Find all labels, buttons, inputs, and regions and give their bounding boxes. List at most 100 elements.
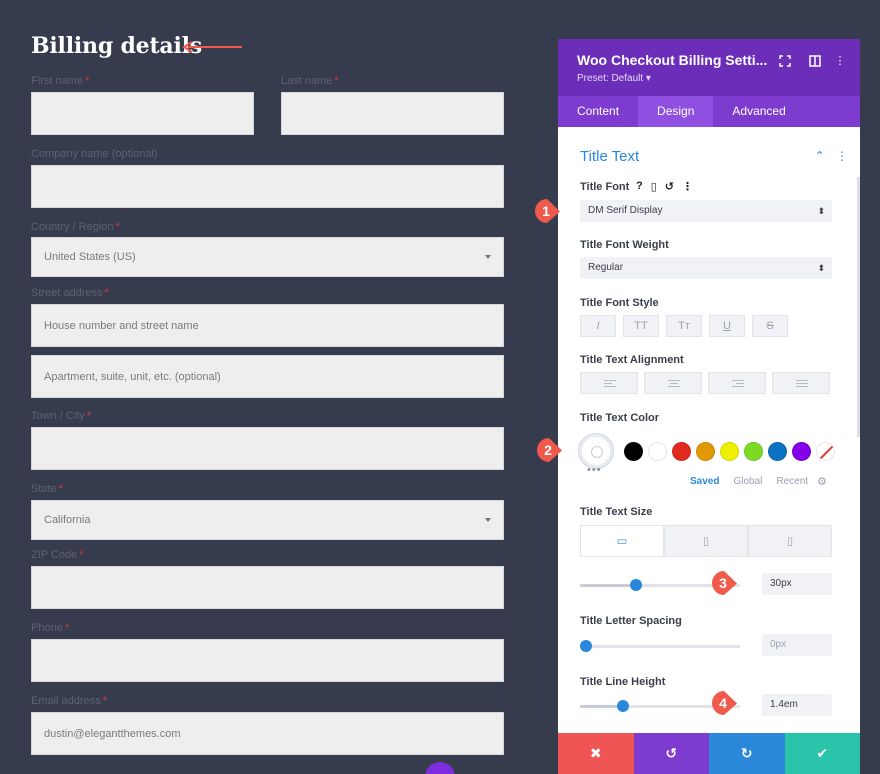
cancel-button[interactable]: ✖ <box>558 733 634 774</box>
palette-tabs: Saved Global Recent <box>690 476 808 487</box>
tab-advanced[interactable]: Advanced <box>713 96 804 127</box>
title-line-height-input[interactable]: 1.4em <box>762 694 832 716</box>
no-color-swatch[interactable] <box>816 442 835 461</box>
undo-button[interactable]: ↺ <box>633 733 709 774</box>
align-justify-button[interactable] <box>772 372 830 394</box>
swatch[interactable] <box>648 442 667 461</box>
state-label: State * <box>31 483 63 495</box>
town-input[interactable] <box>31 427 504 470</box>
underline-button[interactable]: U <box>709 315 745 337</box>
options-icon[interactable]: ⋮ <box>682 180 693 193</box>
tablet-tab[interactable]: ▯ <box>664 525 748 557</box>
country-value: United States (US) <box>44 251 136 263</box>
street-label: Street address * <box>31 287 109 299</box>
caret-down-icon <box>485 518 491 522</box>
title-font-weight-select[interactable]: Regular ⬍ <box>580 257 832 279</box>
callout-marker: 4 <box>712 691 737 715</box>
phone-tab[interactable]: ▯ <box>748 525 832 557</box>
tab-design[interactable]: Design <box>638 96 714 127</box>
email-value: dustin@elegantthemes.com <box>44 727 181 740</box>
align-right-button[interactable] <box>708 372 766 394</box>
save-button[interactable]: ✔ <box>784 733 860 774</box>
title-text-size-input[interactable]: 30px <box>762 573 832 595</box>
title-font-weight-value: Regular <box>588 262 624 273</box>
chevron-up-icon[interactable]: ⌃ <box>815 149 825 163</box>
more-colors-icon[interactable]: ••• <box>587 464 602 476</box>
title-font-style-label: Title Font Style <box>580 297 659 309</box>
capitalize-button[interactable]: Tт <box>666 315 702 337</box>
italic-button[interactable]: I <box>580 315 616 337</box>
country-select[interactable]: United States (US) <box>31 237 504 277</box>
align-center-button[interactable] <box>644 372 702 394</box>
callout-marker: 3 <box>712 571 737 595</box>
settings-panel: Woo Checkout Billing Setti... Preset: De… <box>558 39 860 774</box>
font-style-buttons: I TT Tт U S <box>580 315 788 337</box>
color-picker-button[interactable] <box>579 434 613 468</box>
last-name-input[interactable] <box>281 92 504 135</box>
reset-icon[interactable]: ↺ <box>665 180 674 193</box>
swatch[interactable] <box>672 442 691 461</box>
billing-title: Billing details <box>31 33 202 59</box>
town-label: Town / City * <box>31 410 92 422</box>
company-input[interactable] <box>31 165 504 208</box>
email-input[interactable]: dustin@elegantthemes.com <box>31 712 504 755</box>
swatch[interactable] <box>792 442 811 461</box>
desktop-icon: ▭ <box>616 535 628 548</box>
section-menu-icon[interactable]: ⋮ <box>836 149 848 163</box>
more-options-icon[interactable]: ⋮ <box>833 54 847 68</box>
phone-icon: ▯ <box>786 535 794 548</box>
slider-handle[interactable] <box>616 700 629 712</box>
uppercase-button[interactable]: TT <box>623 315 659 337</box>
align-left-button[interactable] <box>580 372 638 394</box>
zip-input[interactable] <box>31 566 504 609</box>
palette-tab-global[interactable]: Global <box>733 476 762 487</box>
desktop-tab[interactable]: ▭ <box>580 525 664 557</box>
street-input-2[interactable]: Apartment, suite, unit, etc. (optional) <box>31 355 504 398</box>
street-placeholder-1: House number and street name <box>44 319 199 332</box>
fullscreen-icon[interactable] <box>778 54 792 68</box>
preset-dropdown[interactable]: Preset: Default ▾ <box>577 73 651 84</box>
state-select[interactable]: California <box>31 500 504 540</box>
split-view-icon[interactable] <box>808 54 822 68</box>
swatch[interactable] <box>624 442 643 461</box>
callout-marker: 2 <box>537 438 562 462</box>
street-placeholder-2: Apartment, suite, unit, etc. (optional) <box>44 370 221 383</box>
title-font-label: Title Font <box>580 181 630 193</box>
palette-tab-saved[interactable]: Saved <box>690 476 719 487</box>
title-letter-spacing-input[interactable]: 0px <box>762 634 832 656</box>
panel-footer: ✖ ↺ ↻ ✔ <box>558 733 860 774</box>
title-font-tools: ? ▯ ↺ ⋮ <box>636 180 693 193</box>
panel-scrollbar[interactable] <box>857 177 860 437</box>
tab-content[interactable]: Content <box>558 96 638 127</box>
arrow-left-icon <box>182 41 242 53</box>
callout-number: 2 <box>544 442 552 458</box>
first-name-input[interactable] <box>31 92 254 135</box>
title-letter-spacing-slider[interactable] <box>580 640 740 652</box>
swatch[interactable] <box>768 442 787 461</box>
panel-title: Woo Checkout Billing Setti... <box>577 52 768 68</box>
alignment-buttons <box>580 372 830 394</box>
help-icon[interactable]: ? <box>636 180 643 193</box>
device-tabs: ▭ ▯ ▯ <box>580 525 832 557</box>
swatch[interactable] <box>720 442 739 461</box>
swatch[interactable] <box>744 442 763 461</box>
strikethrough-button[interactable]: S <box>752 315 788 337</box>
device-icon[interactable]: ▯ <box>651 180 657 193</box>
title-font-select[interactable]: DM Serif Display ⬍ <box>580 200 832 222</box>
builder-add-button[interactable] <box>425 762 455 774</box>
callout-number: 3 <box>719 575 727 591</box>
slider-handle[interactable] <box>629 579 642 591</box>
street-input-1[interactable]: House number and street name <box>31 304 504 347</box>
country-label: Country / Region * <box>31 221 120 233</box>
swatch[interactable] <box>696 442 715 461</box>
panel-tabs: Content Design Advanced <box>558 96 860 127</box>
phone-label: Phone * <box>31 622 70 634</box>
section-title-text[interactable]: Title Text <box>580 148 639 165</box>
slider-handle[interactable] <box>580 640 592 652</box>
gear-icon[interactable]: ⚙ <box>817 475 827 488</box>
callout-number: 1 <box>542 203 550 219</box>
palette-tab-recent[interactable]: Recent <box>776 476 808 487</box>
redo-button[interactable]: ↻ <box>709 733 785 774</box>
phone-input[interactable] <box>31 639 504 682</box>
zip-label: ZIP Code * <box>31 549 84 561</box>
